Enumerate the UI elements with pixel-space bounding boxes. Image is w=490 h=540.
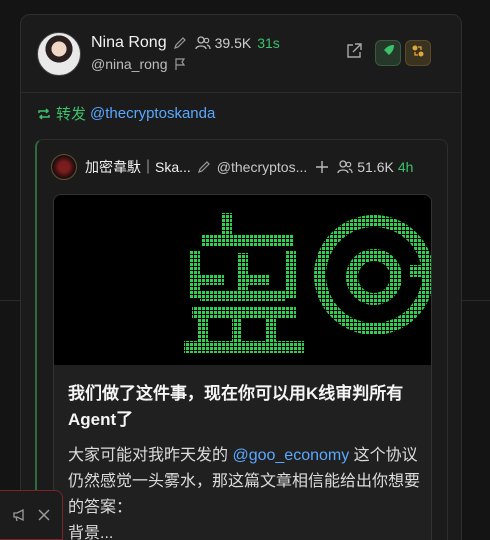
flag-icon[interactable]	[174, 57, 186, 71]
repost-line: 转发 @thecryptoskanda	[36, 103, 215, 124]
quoted-author-handle[interactable]: @thecryptos...	[217, 159, 307, 175]
pencil-icon[interactable]	[173, 36, 187, 50]
article-title[interactable]: 我们做了这件事，现在你可以用K线审判所有Agent了	[68, 381, 423, 433]
repost-icon	[36, 106, 52, 122]
author-name[interactable]: Nina Rong	[91, 34, 167, 52]
background-line-right	[462, 300, 490, 301]
swap-icon	[411, 44, 425, 63]
article-banner-image	[54, 195, 431, 365]
background-line-top	[0, 300, 20, 301]
post-header: Nina Rong 39.5K 31s @nina_rong	[37, 32, 445, 76]
handle-row: @nina_rong	[91, 56, 186, 72]
users-icon	[194, 36, 211, 50]
plus-icon[interactable]	[315, 160, 329, 174]
article-excerpt: 大家可能对我昨天发的 @goo_economy 这个协议仍然感觉一头雾水，那这篇…	[68, 443, 423, 540]
article-excerpt-cut: 背景...	[68, 525, 114, 540]
avatar[interactable]	[37, 32, 81, 76]
rocket-icon	[381, 44, 395, 63]
follower-count: 39.5K	[214, 35, 252, 51]
author-row: Nina Rong 39.5K 31s	[91, 34, 280, 52]
notification-toast	[0, 490, 63, 540]
post-card[interactable]: Nina Rong 39.5K 31s @nina_rong 转发 @thecr…	[20, 14, 462, 540]
quoted-avatar[interactable]	[51, 154, 77, 180]
quoted-post-time: 4h	[397, 159, 414, 175]
pencil-icon[interactable]	[197, 160, 211, 174]
repost-label: 转发	[56, 106, 87, 123]
article-card[interactable]: 我们做了这件事，现在你可以用K线审判所有Agent了 大家可能对我昨天发的 @g…	[53, 194, 432, 540]
quoted-author-name[interactable]: 加密韋馱｜Ska...	[85, 157, 191, 177]
megaphone-icon[interactable]	[12, 508, 28, 522]
swap-button[interactable]	[405, 40, 431, 66]
rocket-button[interactable]	[375, 40, 401, 66]
mention-link[interactable]: @goo_economy	[232, 447, 349, 464]
quoted-post[interactable]: 加密韋馱｜Ska... @thecryptos... 51.6K 4h 我们做了…	[35, 139, 448, 540]
quoted-follower-count: 51.6K	[357, 159, 394, 175]
post-time: 31s	[257, 35, 280, 51]
close-icon[interactable]	[38, 509, 50, 521]
users-icon	[337, 160, 353, 174]
author-handle[interactable]: @nina_rong	[91, 56, 168, 72]
article-excerpt-prefix: 大家可能对我昨天发的	[68, 447, 233, 464]
repost-user-link[interactable]: @thecryptoskanda	[90, 105, 215, 122]
quoted-header: 加密韋馱｜Ska... @thecryptos... 51.6K 4h	[51, 154, 413, 180]
external-link-icon[interactable]	[345, 42, 363, 60]
header-divider	[21, 92, 461, 93]
